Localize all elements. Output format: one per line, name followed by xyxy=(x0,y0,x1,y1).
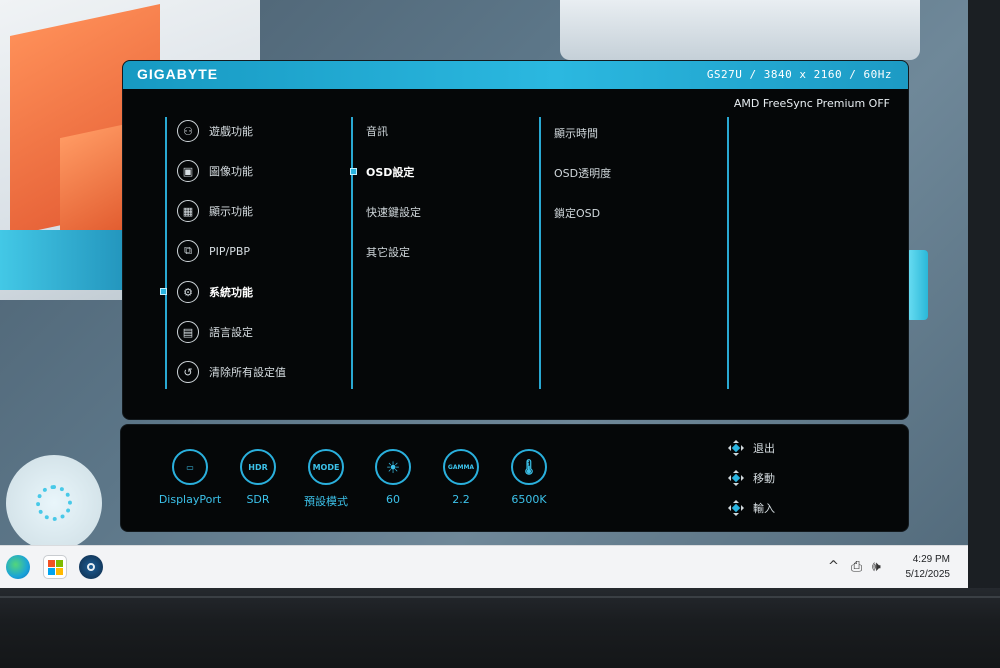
volume-icon[interactable]: 🕪 xyxy=(872,559,881,575)
osd-menu-panel: GIGABYTE GS27U / 3840 x 2160 / 60Hz AMD … xyxy=(122,60,909,420)
menu-item-gaming[interactable]: ⚇ 遊戲功能 xyxy=(177,119,253,143)
clock-time: 4:29 PM xyxy=(912,554,950,565)
menu-item-system[interactable]: ⚙ 系統功能 xyxy=(177,280,253,304)
nav-hint-label: 退出 xyxy=(753,442,775,455)
reset-icon: ↺ xyxy=(177,361,199,383)
detail-item-osd-transparency[interactable]: OSD透明度 xyxy=(554,163,611,183)
store-icon[interactable] xyxy=(43,555,67,579)
gamma-icon: GAMMA xyxy=(443,449,479,485)
gear-icon: ⚙ xyxy=(177,281,199,303)
joystick-icon xyxy=(727,439,745,457)
clock-date: 5/12/2025 xyxy=(905,569,951,580)
selection-marker xyxy=(350,168,357,175)
joystick-icon xyxy=(727,469,745,487)
status-label: SDR xyxy=(246,493,270,506)
column-divider xyxy=(727,117,729,389)
wallpaper-cyan-strip xyxy=(906,250,928,320)
menu-item-label: 清除所有設定值 xyxy=(209,366,286,379)
detail-item-osd-lock[interactable]: 鎖定OSD xyxy=(554,203,600,223)
brand-logo: GIGABYTE xyxy=(137,66,219,82)
nav-hint-exit: 退出 xyxy=(727,439,775,457)
status-label: 2.2 xyxy=(452,493,470,506)
picture-icon: ▣ xyxy=(177,160,199,182)
pip-icon: ⧉ xyxy=(177,240,199,262)
status-label: 6500K xyxy=(511,493,547,506)
monitor-bezel xyxy=(968,0,1000,668)
chevron-up-icon[interactable]: ^ xyxy=(828,559,839,574)
nav-hint-enter: 輸入 xyxy=(727,499,775,517)
display-grid-icon: ▦ xyxy=(177,200,199,222)
status-label: DisplayPort xyxy=(158,493,222,506)
menu-item-label: 系統功能 xyxy=(209,286,253,299)
nav-hint-label: 移動 xyxy=(753,472,775,485)
menu-item-label: PIP/PBP xyxy=(209,244,251,258)
color-temp-icon: 🌡 xyxy=(511,449,547,485)
displayport-icon: ▭ xyxy=(172,449,208,485)
nav-hint-label: 輸入 xyxy=(753,502,775,515)
network-icon[interactable]: ⎙ xyxy=(851,559,862,575)
osd-status-panel: ▭ DisplayPort HDR SDR MODE 預設模式 ☀ 60 GAM… xyxy=(120,424,909,532)
menu-item-label: 語言設定 xyxy=(209,326,253,339)
menu-item-reset-all[interactable]: ↺ 清除所有設定值 xyxy=(177,360,286,384)
monitor-bezel xyxy=(0,588,1000,668)
column-divider xyxy=(539,117,541,389)
menu-item-picture[interactable]: ▣ 圖像功能 xyxy=(177,159,253,183)
submenu-item-osd-settings[interactable]: OSD設定 xyxy=(366,162,414,182)
language-icon: ▤ xyxy=(177,321,199,343)
mode-icon: MODE xyxy=(308,449,344,485)
column-divider xyxy=(351,117,353,389)
status-label: 預設模式 xyxy=(304,495,348,508)
edge-browser-icon[interactable] xyxy=(6,555,30,579)
bezel-edge xyxy=(0,596,1000,598)
submenu-item-audio[interactable]: 音訊 xyxy=(366,121,388,141)
freesync-status: AMD FreeSync Premium OFF xyxy=(733,97,890,110)
model-info: GS27U / 3840 x 2160 / 60Hz xyxy=(706,68,892,81)
wallpaper-disc xyxy=(6,455,102,551)
submenu-item-other-settings[interactable]: 其它設定 xyxy=(366,242,410,262)
nav-hint-move: 移動 xyxy=(727,469,775,487)
selection-marker xyxy=(160,288,167,295)
windows-taskbar: ^ ⎙ 🕪 4:29 PM 5/12/2025 xyxy=(0,545,968,588)
menu-item-label: 圖像功能 xyxy=(209,165,253,178)
osd-header: GIGABYTE GS27U / 3840 x 2160 / 60Hz xyxy=(123,61,908,89)
steam-icon[interactable] xyxy=(79,555,103,579)
menu-item-pip-pbp[interactable]: ⧉ PIP/PBP xyxy=(177,239,250,263)
menu-item-display[interactable]: ▦ 顯示功能 xyxy=(177,199,253,223)
taskbar-clock[interactable]: 4:29 PM 5/12/2025 xyxy=(906,552,951,582)
menu-item-label: 遊戲功能 xyxy=(209,125,253,138)
status-label: 60 xyxy=(386,493,400,506)
joystick-icon xyxy=(727,499,745,517)
gamepad-icon: ⚇ xyxy=(177,120,199,142)
wallpaper-cyan-strip xyxy=(0,230,140,290)
menu-item-label: 顯示功能 xyxy=(209,205,253,218)
detail-item-display-time[interactable]: 顯示時間 xyxy=(554,123,598,143)
column-divider xyxy=(165,117,167,389)
status-color-temp: 🌡 6500K xyxy=(489,449,569,506)
brightness-icon: ☀ xyxy=(375,449,411,485)
menu-item-language[interactable]: ▤ 語言設定 xyxy=(177,320,253,344)
hdr-icon: HDR xyxy=(240,449,276,485)
wallpaper-card xyxy=(560,0,920,60)
submenu-item-quick-switch[interactable]: 快速鍵設定 xyxy=(366,202,421,222)
